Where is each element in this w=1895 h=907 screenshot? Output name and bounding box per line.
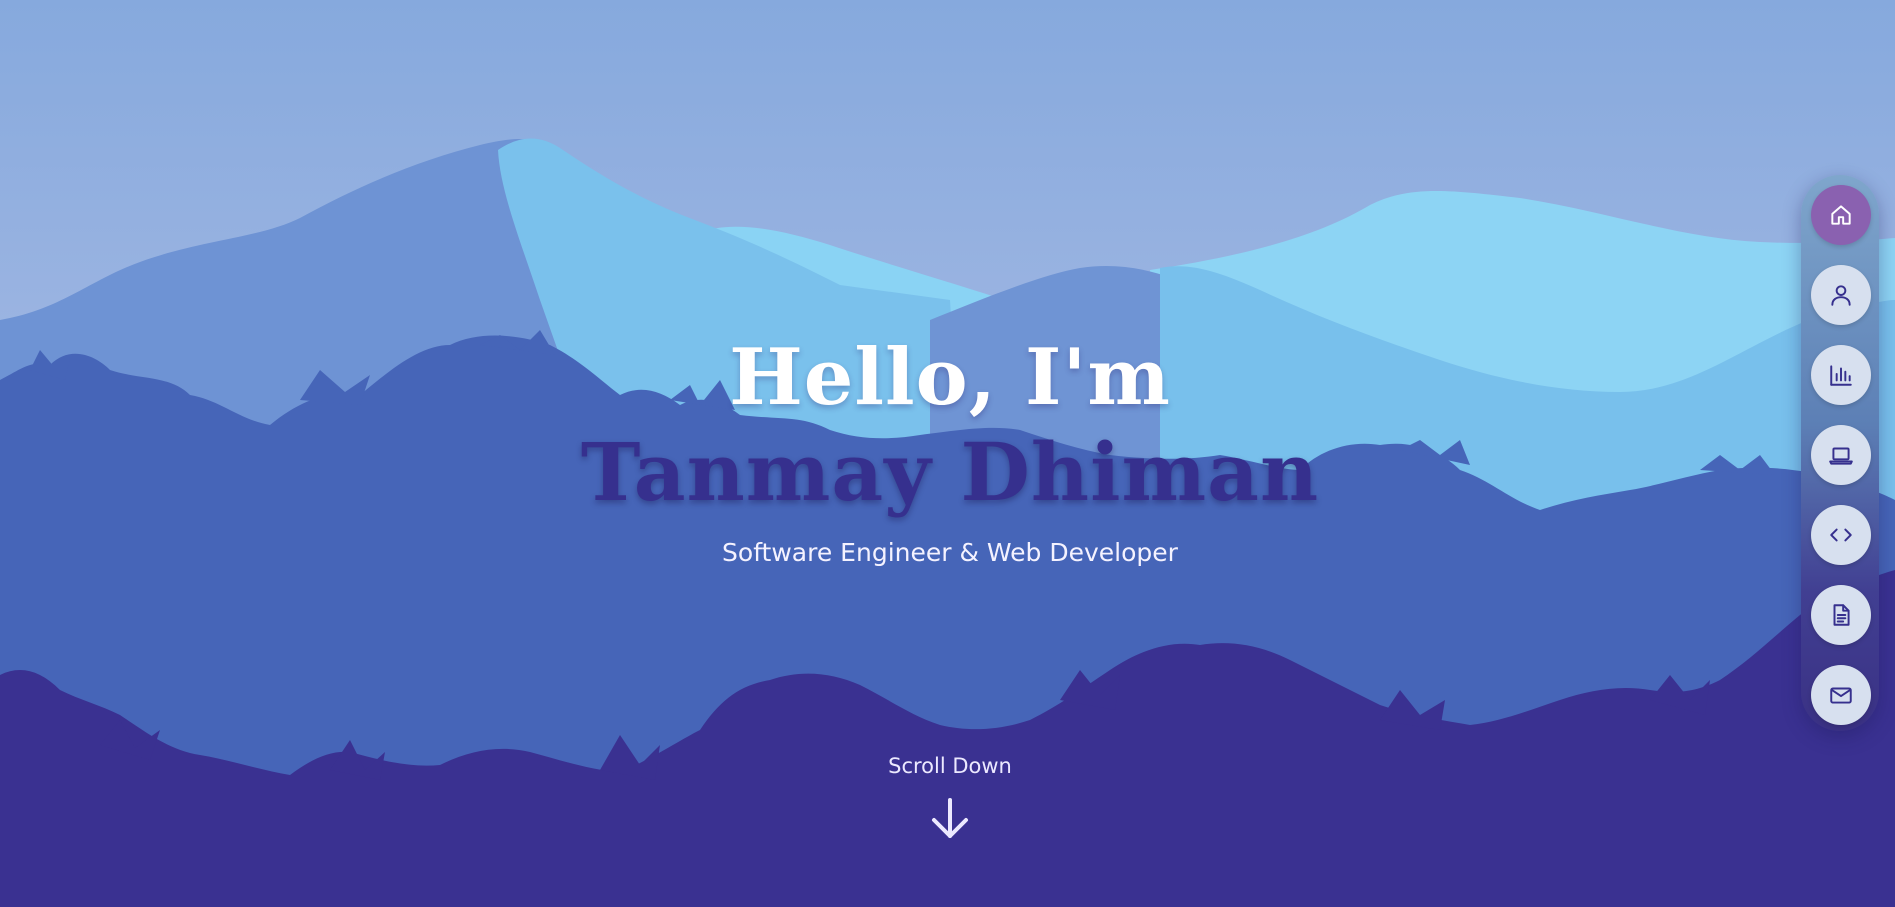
laptop-icon	[1829, 447, 1853, 465]
nav-resume-button[interactable]	[1811, 585, 1871, 645]
arrow-down-icon	[932, 798, 968, 838]
nav-skills-button[interactable]	[1811, 345, 1871, 405]
user-icon	[1831, 285, 1851, 306]
scroll-down-button[interactable]: Scroll Down	[888, 754, 1012, 854]
document-icon	[1833, 604, 1850, 626]
nav-contact-button[interactable]	[1811, 665, 1871, 725]
nav-about-button[interactable]	[1811, 265, 1871, 325]
nav-home-button[interactable]	[1811, 185, 1871, 245]
home-icon	[1831, 205, 1851, 225]
side-navigation	[1801, 175, 1879, 731]
nav-projects-button[interactable]	[1811, 425, 1871, 485]
mail-icon	[1830, 687, 1852, 704]
code-icon	[1830, 528, 1852, 542]
scroll-down-label: Scroll Down	[888, 754, 1012, 778]
bar-chart-icon	[1830, 365, 1852, 386]
nav-code-button[interactable]	[1811, 505, 1871, 565]
